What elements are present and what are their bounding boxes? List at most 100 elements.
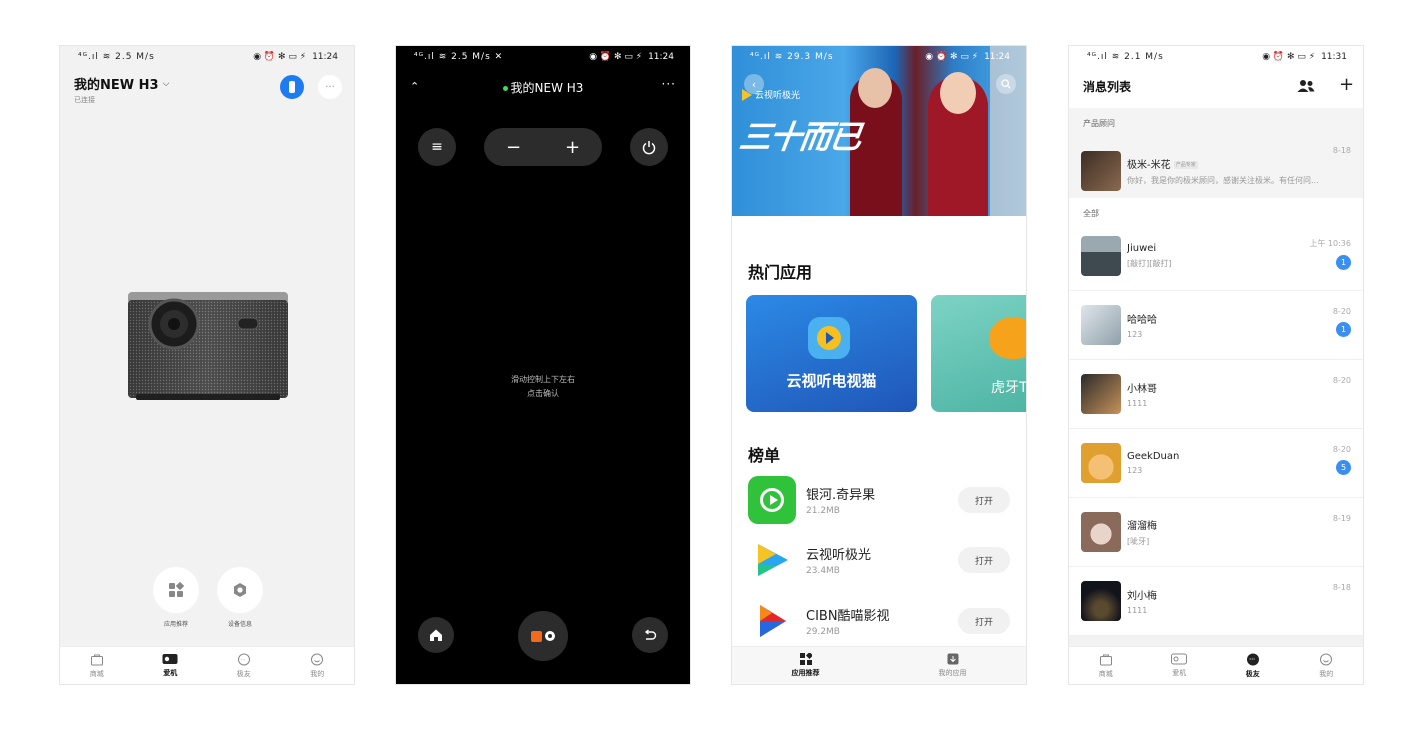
tab-friends[interactable]: ··· 极友 — [207, 647, 281, 684]
unread-badge: 5 — [1336, 460, 1351, 475]
app-recommend-action[interactable]: 应用推荐 — [152, 567, 200, 628]
projector-icon — [1171, 653, 1188, 665]
avatar — [1081, 150, 1121, 191]
message-time: 上午 10:36 — [1309, 239, 1351, 248]
power-button[interactable] — [630, 128, 668, 166]
circle-icon — [545, 631, 555, 641]
ranking-title: 榜单 — [748, 446, 781, 465]
tab-shop[interactable]: 商城 — [1069, 647, 1143, 684]
tab-my-apps[interactable]: 我的应用 — [879, 647, 1026, 684]
remote-title: 我的NEW H3 — [396, 79, 690, 96]
contact-name: 刘小梅 — [1127, 591, 1157, 602]
unread-badge: 1 — [1336, 255, 1351, 270]
section-label: 全部 — [1083, 209, 1099, 218]
contacts-icon — [1297, 80, 1315, 92]
contact-name: 哈哈哈 — [1127, 315, 1157, 326]
tab-me[interactable]: 我的 — [1290, 647, 1364, 684]
device-info-action[interactable]: 设备信息 — [216, 567, 264, 628]
open-button[interactable]: 打开 — [958, 487, 1010, 513]
rank-app-row[interactable]: CIBN酷喵影视 29.2MB 打开 — [748, 593, 1010, 649]
smile-icon — [1320, 653, 1333, 665]
contact-name: 溜溜梅 — [1127, 521, 1157, 532]
rank-app-row[interactable]: 银河.奇异果 21.2MB 打开 — [748, 472, 1010, 528]
more-icon: ··· — [325, 81, 335, 93]
tab-friends[interactable]: ··· 极友 — [1216, 647, 1290, 684]
power-icon — [642, 141, 656, 155]
hot-app-card[interactable]: 云视听电视猫 — [746, 295, 917, 412]
touchpad-hint: 滑动控制上下左右 点击确认 — [511, 375, 575, 398]
rank-app-row[interactable]: 云视听极光 23.4MB 打开 — [748, 532, 1010, 588]
app-name: 云视听极光 — [806, 548, 872, 563]
chat-bubble-icon: ··· — [237, 653, 250, 665]
back-button[interactable]: ‹ — [744, 74, 764, 94]
bottom-tabbar: 商城 爱机 ··· 极友 我的 — [1069, 646, 1363, 684]
more-button[interactable]: ··· — [662, 77, 676, 91]
back-icon — [644, 629, 657, 640]
store-tabbar: 应用推荐 我的应用 — [732, 646, 1026, 684]
search-button[interactable] — [996, 74, 1016, 94]
chevron-down-icon: ⌵ — [162, 78, 170, 89]
tab-app-recommend[interactable]: 应用推荐 — [732, 647, 879, 684]
open-button[interactable]: 打开 — [958, 547, 1010, 573]
remote-screen: ⁴ᴳ.ıl ≋ 2.5 M/s ✕ ◉ ⏰ ✻ ▭ ⚡ 11:24 ⌃ 我的NEW… — [395, 45, 691, 685]
menu-button[interactable]: ≡ — [418, 128, 456, 166]
add-button[interactable]: + — [1339, 74, 1354, 95]
app-store-screen: 云视听极光 三十而已 ⁴ᴳ.ıl ≋ 29.3 M/s ◉ ⏰ ✻ ▭ ⚡ 11:… — [731, 45, 1027, 685]
chat-item[interactable]: 溜溜梅 [呲牙] 8-19 — [1069, 498, 1363, 567]
section-label: 产品顾问 — [1083, 119, 1115, 128]
app-name: CIBN酷喵影视 — [806, 609, 890, 624]
device-title: 我的NEW H3 — [74, 78, 159, 93]
volume-up-button[interactable]: + — [565, 137, 580, 158]
chat-item[interactable]: 哈哈哈 123 8-20 1 — [1069, 291, 1363, 360]
signal-status: ⁴ᴳ.ıl ≋ 2.5 M/s — [78, 52, 155, 62]
message-time: 8-20 — [1332, 376, 1351, 385]
chat-item[interactable]: Jiuwei [敲打][敲打] 上午 10:36 1 — [1069, 222, 1363, 291]
back-button[interactable] — [632, 617, 668, 653]
volume-down-button[interactable]: − — [506, 137, 521, 158]
menu-icon: ≡ — [431, 139, 443, 155]
avatar — [1081, 236, 1121, 276]
device-header[interactable]: 我的NEW H3 ⌵ 已连接 — [74, 74, 169, 105]
hot-app-name: 虎牙TV — [991, 380, 1027, 396]
home-icon — [430, 629, 442, 641]
bag-icon — [90, 654, 103, 665]
avatar — [1081, 581, 1121, 621]
tab-me[interactable]: 我的 — [281, 647, 355, 684]
huya-logo-icon — [989, 317, 1026, 359]
apps-icon — [169, 582, 184, 597]
avatar — [1081, 374, 1121, 414]
advisor-chat-item[interactable]: 极米-米花 产品专家 你好，我是你的极米顾问，感谢关注极米。有任何问... 8-… — [1069, 136, 1363, 205]
status-icons: ◉ ⏰ ✻ ▭ ⚡ — [925, 52, 979, 62]
tab-device[interactable]: 爱机 — [1143, 647, 1217, 684]
open-button[interactable]: 打开 — [958, 608, 1010, 634]
cibn-logo-icon — [748, 597, 796, 645]
promo-banner[interactable]: 云视听极光 三十而已 — [732, 46, 1026, 216]
more-button[interactable]: ··· — [318, 75, 342, 99]
contact-name: 小林哥 — [1127, 384, 1157, 395]
tab-shop[interactable]: 商城 — [60, 647, 134, 684]
chat-item[interactable]: 小林哥 1111 8-20 — [1069, 360, 1363, 429]
touchpad[interactable] — [396, 186, 690, 626]
clock: 11:31 — [1321, 52, 1347, 62]
message-preview: 123 — [1127, 466, 1143, 475]
tab-device[interactable]: 爱机 — [134, 647, 208, 684]
home-button[interactable] — [418, 617, 454, 653]
clock: 11:24 — [312, 52, 338, 62]
chat-item[interactable]: GeekDuan 123 8-20 5 — [1069, 429, 1363, 498]
expert-tag: 产品专家 — [1173, 161, 1198, 169]
smile-icon — [311, 653, 324, 665]
app-launcher-button[interactable] — [518, 611, 568, 661]
remote-icon — [289, 81, 295, 93]
app-recommend-label: 应用推荐 — [163, 621, 188, 628]
apps-icon — [799, 653, 812, 665]
contacts-button[interactable] — [1297, 78, 1315, 97]
signal-status: ⁴ᴳ.ıl ≋ 2.1 M/s — [1087, 52, 1164, 62]
chevron-left-icon: ‹ — [751, 77, 757, 91]
volume-control: − + — [484, 128, 602, 166]
advisor-section: 产品顾问 极米-米花 产品专家 你好，我是你的极米顾问，感谢关注极米。有任何问.… — [1069, 108, 1363, 198]
remote-button[interactable] — [280, 75, 304, 99]
device-info-label: 设备信息 — [227, 621, 252, 628]
hot-app-card[interactable]: 虎牙TV — [931, 295, 1027, 412]
chat-item[interactable]: 刘小梅 1111 8-18 — [1069, 567, 1363, 636]
avatar — [1081, 512, 1121, 552]
